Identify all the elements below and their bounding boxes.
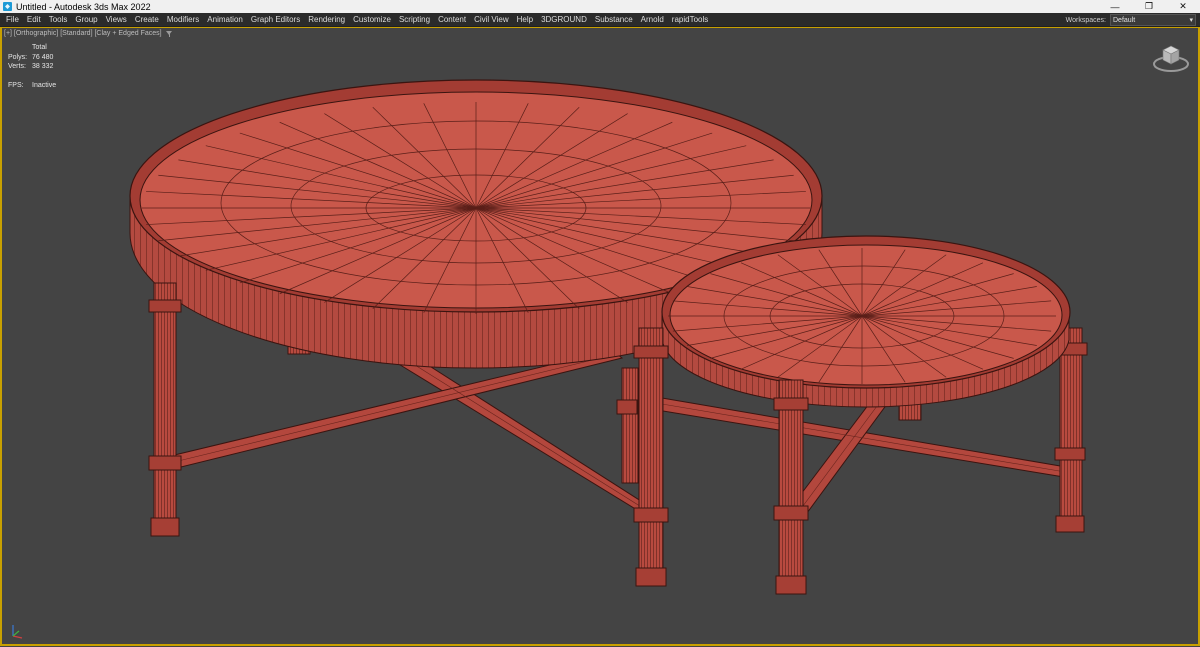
polys-label: Polys: [8, 53, 28, 61]
funnel-icon[interactable] [165, 30, 173, 37]
menu-item-customize[interactable]: Customize [349, 13, 395, 26]
fps-value: Inactive [32, 81, 57, 89]
stats-verts-row: Verts: 38 332 [8, 62, 56, 72]
small-table-stretchers [656, 397, 1073, 514]
workspace-switcher: Workspaces: Default ▾ [1066, 14, 1196, 26]
menu-items: File Edit Tools Group Views Create Modifiers An… [0, 13, 712, 26]
polys-value: 76 480 [32, 53, 54, 61]
window-title: Untitled - Autodesk 3ds Max 2022 [16, 1, 151, 12]
title-bar: Untitled - Autodesk 3ds Max 2022 — ❐ ✕ [0, 0, 1200, 13]
restore-icon[interactable]: ❐ [1132, 0, 1166, 13]
menu-item-group[interactable]: Group [71, 13, 101, 26]
viewport-label-text[interactable]: [+] [Orthographic] [Standard] [Clay + Ed… [4, 30, 162, 37]
menu-item-modifiers[interactable]: Modifiers [163, 13, 203, 26]
viewcube-icon[interactable] [1152, 40, 1190, 74]
window-controls: — ❐ ✕ [1098, 0, 1200, 13]
menu-item-rapidtools[interactable]: rapidTools [668, 13, 712, 26]
menu-item-create[interactable]: Create [131, 13, 163, 26]
menu-item-content[interactable]: Content [434, 13, 470, 26]
fps-label: FPS: [8, 81, 24, 89]
workspace-value: Default [1113, 16, 1136, 24]
big-table-stretchers [160, 349, 645, 514]
chevron-down-icon: ▾ [1189, 17, 1193, 24]
statistics-overlay: Total Polys: 76 480 Verts: 38 332 FPS: I… [8, 43, 56, 90]
table-scene[interactable] [2, 28, 1198, 644]
menu-item-tools[interactable]: Tools [45, 13, 72, 26]
stats-polys-row: Polys: 76 480 [8, 53, 56, 63]
menu-item-animation[interactable]: Animation [203, 13, 247, 26]
menu-item-arnold[interactable]: Arnold [637, 13, 668, 26]
menu-item-civil-view[interactable]: Civil View [470, 13, 513, 26]
menu-item-views[interactable]: Views [102, 13, 131, 26]
minimize-icon[interactable]: — [1098, 0, 1132, 13]
menu-item-3dground[interactable]: 3DGROUND [537, 13, 591, 26]
menu-item-substance[interactable]: Substance [591, 13, 637, 26]
perspective-viewport[interactable]: [+] [Orthographic] [Standard] [Clay + Ed… [0, 27, 1200, 646]
small-tabletop [661, 235, 1071, 408]
verts-label: Verts: [8, 63, 26, 70]
small-table-front-leg [773, 379, 809, 595]
axis-tripod-icon [12, 625, 23, 639]
menu-item-help[interactable]: Help [513, 13, 537, 26]
menu-item-scripting[interactable]: Scripting [395, 13, 434, 26]
menu-bar: File Edit Tools Group Views Create Modifiers An… [0, 13, 1200, 27]
stats-fps-row: FPS: Inactive [8, 81, 56, 91]
workspace-select[interactable]: Default ▾ [1110, 14, 1196, 26]
close-icon[interactable]: ✕ [1166, 0, 1200, 13]
verts-value: 38 332 [32, 63, 54, 70]
3dsmax-icon [3, 2, 12, 11]
viewport-label[interactable]: [+] [Orthographic] [Standard] [Clay + Ed… [4, 30, 173, 37]
workspaces-label: Workspaces: [1065, 16, 1106, 24]
menu-item-edit[interactable]: Edit [23, 13, 45, 26]
menu-item-file[interactable]: File [2, 13, 23, 26]
menu-item-graph-editors[interactable]: Graph Editors [247, 13, 304, 26]
stats-total-header: Total [32, 44, 47, 51]
menu-item-rendering[interactable]: Rendering [304, 13, 349, 26]
